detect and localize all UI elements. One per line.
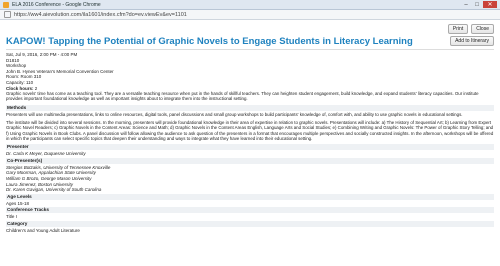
site-favicon-icon [3,1,9,8]
copresenter-item: Dr. Karen Gavigan, University of South C… [6,187,102,193]
title-bar: ELA 2016 Conference - Google Chrome – □ … [0,0,500,10]
tracks-value: Title I [6,214,17,220]
age-levels-heading: Age Levels [6,193,494,200]
methods-heading: Methods [6,104,494,111]
category-heading: Category [6,220,494,227]
window-title: ELA 2016 Conference - Google Chrome [12,1,101,8]
address-bar[interactable]: https://ww4.aievolution.com/ila1601/inde… [0,10,500,20]
copresenters-heading: Co-Presenter(s) [6,157,494,164]
methods-paragraph-2: The institute will be divided into sever… [6,120,494,141]
tracks-heading: Conference Tracks [6,207,494,214]
methods-paragraph-1: Presenters will use multimedia presentat… [6,111,463,117]
window-close-button[interactable]: ✕ [483,1,497,8]
action-buttons: Print Close Add to Itinerary [447,24,494,46]
divider [6,49,494,50]
clock-hours-label: Clock hours: [6,85,34,91]
clock-hours-value: 2 [34,85,38,91]
presenter-name: Dr. Carla K Meyer, Duquesne University [6,151,86,157]
close-button[interactable]: Close [471,24,494,34]
window-controls: – □ ✕ [461,1,497,8]
category-value: Children's and Young Adult Literature [6,227,80,233]
presenter-heading: Presenter [6,144,494,151]
page-title: KAPOW! Tapping the Potential of Graphic … [6,36,413,47]
age-levels-value: Ages 15-18 [6,200,30,206]
url-text[interactable]: https://ww4.aievolution.com/ila1601/inde… [14,12,187,18]
session-description: Graphic novels' time has come as a teach… [6,91,479,102]
minimize-button[interactable]: – [461,1,471,8]
page-content: Print Close Add to Itinerary KAPOW! Tapp… [0,20,500,234]
add-to-itinerary-button[interactable]: Add to Itinerary [450,36,494,46]
lock-icon [4,11,11,18]
maximize-button[interactable]: □ [472,1,482,8]
print-button[interactable]: Print [447,24,469,34]
